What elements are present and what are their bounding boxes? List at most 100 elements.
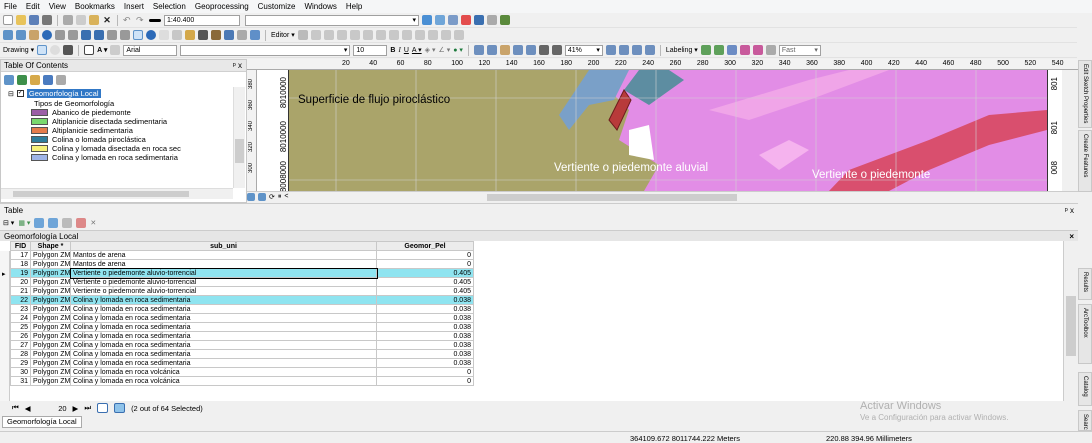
arctoolbox-icon[interactable]: [474, 15, 484, 25]
column-header[interactable]: Geomor_Pel: [376, 241, 474, 251]
copy-icon[interactable]: [76, 15, 86, 25]
menu-view[interactable]: View: [49, 2, 66, 11]
table-cell-val[interactable]: 0.038: [376, 358, 474, 368]
toc-horizontal-scrollbar[interactable]: [1, 188, 233, 199]
pan-icon[interactable]: [29, 30, 39, 40]
legend-item[interactable]: Altiplanicie disectada sedimentaria: [31, 117, 167, 126]
attribute-table[interactable]: FID Shape * sub_uni Geomor_Pel 17 Polygon ZM…: [0, 241, 1063, 401]
table-cell-fid[interactable]: 25: [10, 322, 31, 332]
table-cell-shape[interactable]: Polygon ZM: [30, 367, 71, 377]
pause-icon[interactable]: ⏸: [278, 193, 282, 201]
layout-zoom-in-icon[interactable]: [473, 45, 484, 55]
table-cell-shape[interactable]: Polygon ZM: [30, 349, 71, 359]
side-tab[interactable]: Create Features: [1078, 130, 1092, 192]
edit-vertices-draw-icon[interactable]: [110, 45, 121, 55]
map-horizontal-scrollbar[interactable]: ⟳ ⏸ <: [247, 191, 1078, 203]
table-cell-shape[interactable]: Polygon ZM: [30, 313, 71, 323]
table-cell-sub[interactable]: Vertiente o piedemonte aluvio-torrencial: [70, 286, 377, 296]
table-cell-sub[interactable]: Colina y lomada en roca sedimentaria: [70, 331, 377, 341]
table-cell-shape[interactable]: Polygon ZM: [30, 295, 71, 305]
zoom-out-icon[interactable]: [16, 30, 26, 40]
table-row[interactable]: 25 Polygon ZM Colina y lomada en roca sedi…: [10, 322, 474, 332]
save-icon[interactable]: [29, 15, 39, 25]
close-table-x-icon[interactable]: ✕: [90, 219, 96, 227]
back-icon[interactable]: [81, 30, 91, 40]
table-cell-shape[interactable]: Polygon ZM: [30, 277, 71, 287]
table-close-button[interactable]: ᵖ x: [1065, 206, 1074, 215]
table-row[interactable]: 19 Polygon ZM Vertiente o piedemonte aluvi…: [10, 267, 474, 279]
select-elements-icon-2[interactable]: [37, 45, 48, 55]
font-color-icon[interactable]: A ▾: [412, 46, 422, 54]
forward-icon[interactable]: [94, 30, 104, 40]
table-row[interactable]: 22 Polygon ZM Colina y lomada en roca sedi…: [10, 295, 474, 305]
table-cell-sub[interactable]: Colina y lomada en roca volcánica: [70, 367, 377, 377]
zoom-in-icon[interactable]: [3, 30, 13, 40]
data-view-icon[interactable]: [247, 193, 255, 201]
related-tables-icon[interactable]: ▦ ▾: [18, 219, 30, 227]
side-tab[interactable]: Results: [1078, 268, 1092, 300]
table-row[interactable]: 20 Polygon ZM Vertiente o piedemonte aluvi…: [10, 277, 474, 287]
table-cell-sub[interactable]: Colina y lomada en roca volcánica: [70, 376, 377, 386]
show-selected-records-icon[interactable]: [114, 403, 126, 413]
table-bottom-tab[interactable]: Geomorfología Local: [2, 416, 82, 428]
rotate-element-icon[interactable]: [50, 45, 61, 55]
table-cell-fid[interactable]: 24: [10, 313, 31, 323]
side-tab[interactable]: Edit Sketch Properties: [1078, 60, 1092, 128]
cut-icon[interactable]: [63, 15, 73, 25]
python-window-icon[interactable]: [487, 15, 497, 25]
table-vertical-scrollbar[interactable]: [1063, 241, 1078, 401]
straight-segment-icon[interactable]: [323, 30, 334, 40]
rotate-icon[interactable]: [414, 30, 425, 40]
table-cell-sub[interactable]: Colina y lomada en roca sedimentaria: [70, 295, 377, 305]
legend-item[interactable]: Colina o lomada piroclástica: [31, 135, 146, 144]
add-data-icon[interactable]: [149, 18, 161, 22]
select-by-attributes-icon[interactable]: [34, 218, 45, 228]
rectangle-icon[interactable]: [84, 45, 95, 55]
change-layout-icon[interactable]: [631, 45, 642, 55]
checkbox-icon[interactable]: ✓: [16, 90, 24, 97]
table-cell-val[interactable]: 0.038: [376, 322, 474, 332]
toc-close-button[interactable]: ᵖ x: [233, 60, 242, 71]
scrollbar-thumb[interactable]: [1066, 296, 1076, 356]
table-row[interactable]: 30 Polygon ZM Colina y lomada en roca volc…: [10, 367, 474, 377]
edit-tool-icon[interactable]: [297, 30, 308, 40]
table-cell-val[interactable]: 0.038: [376, 295, 474, 305]
measure-icon[interactable]: [185, 30, 195, 40]
table-cell-sub[interactable]: Vertiente o piedemonte aluvio-torrencial: [69, 267, 378, 279]
legend-item[interactable]: Altiplanicie sedimentaria: [31, 126, 133, 135]
italic-button[interactable]: I: [398, 46, 400, 54]
table-cell-fid[interactable]: 22: [10, 295, 31, 305]
find-route-icon[interactable]: [211, 30, 221, 40]
table-cell-fid[interactable]: 17: [10, 250, 31, 260]
drawing-menu[interactable]: Drawing ▾: [3, 46, 34, 54]
lock-labels-icon[interactable]: [739, 45, 750, 55]
table-cell-shape[interactable]: Polygon ZM: [30, 259, 71, 269]
editor-toolbar-icon[interactable]: [422, 15, 432, 25]
layout-pan-icon[interactable]: [499, 45, 510, 55]
table-row[interactable]: 17 Polygon ZM Mantos de arena 0: [10, 250, 474, 260]
layout-fixed-zoom-out-icon[interactable]: [525, 45, 536, 55]
reshape-icon[interactable]: [375, 30, 386, 40]
scroll-left-icon[interactable]: <: [284, 193, 288, 201]
table-cell-val[interactable]: 0.038: [376, 304, 474, 314]
goto-xy-icon[interactable]: [224, 30, 234, 40]
pause-labeling-icon[interactable]: [752, 45, 763, 55]
prev-record-icon[interactable]: ◀: [25, 404, 31, 413]
toc-options-icon[interactable]: [56, 75, 66, 85]
table-cell-fid[interactable]: 30: [10, 367, 31, 377]
edit-vertices-icon[interactable]: [362, 30, 373, 40]
label-weight-icon[interactable]: [726, 45, 737, 55]
table-cell-shape[interactable]: Polygon ZM: [30, 268, 71, 278]
trace-icon[interactable]: [349, 30, 360, 40]
open-icon[interactable]: [16, 15, 26, 25]
legend-item[interactable]: Colina y lomada disectada en roca sec: [31, 144, 181, 153]
bold-button[interactable]: B: [390, 47, 395, 54]
zoom-percent-combo[interactable]: 41% ▾: [564, 44, 603, 56]
table-cell-val[interactable]: 0: [376, 367, 474, 377]
table-cell-sub[interactable]: Colina y lomada en roca sedimentaria: [70, 349, 377, 359]
view-unplaced-icon[interactable]: [765, 45, 776, 55]
unnamed-combo[interactable]: ▾: [245, 14, 419, 26]
table-cell-val[interactable]: 0.405: [376, 286, 474, 296]
table-row[interactable]: 23 Polygon ZM Colina y lomada en roca sedi…: [10, 304, 474, 314]
create-features-icon[interactable]: [453, 30, 464, 40]
